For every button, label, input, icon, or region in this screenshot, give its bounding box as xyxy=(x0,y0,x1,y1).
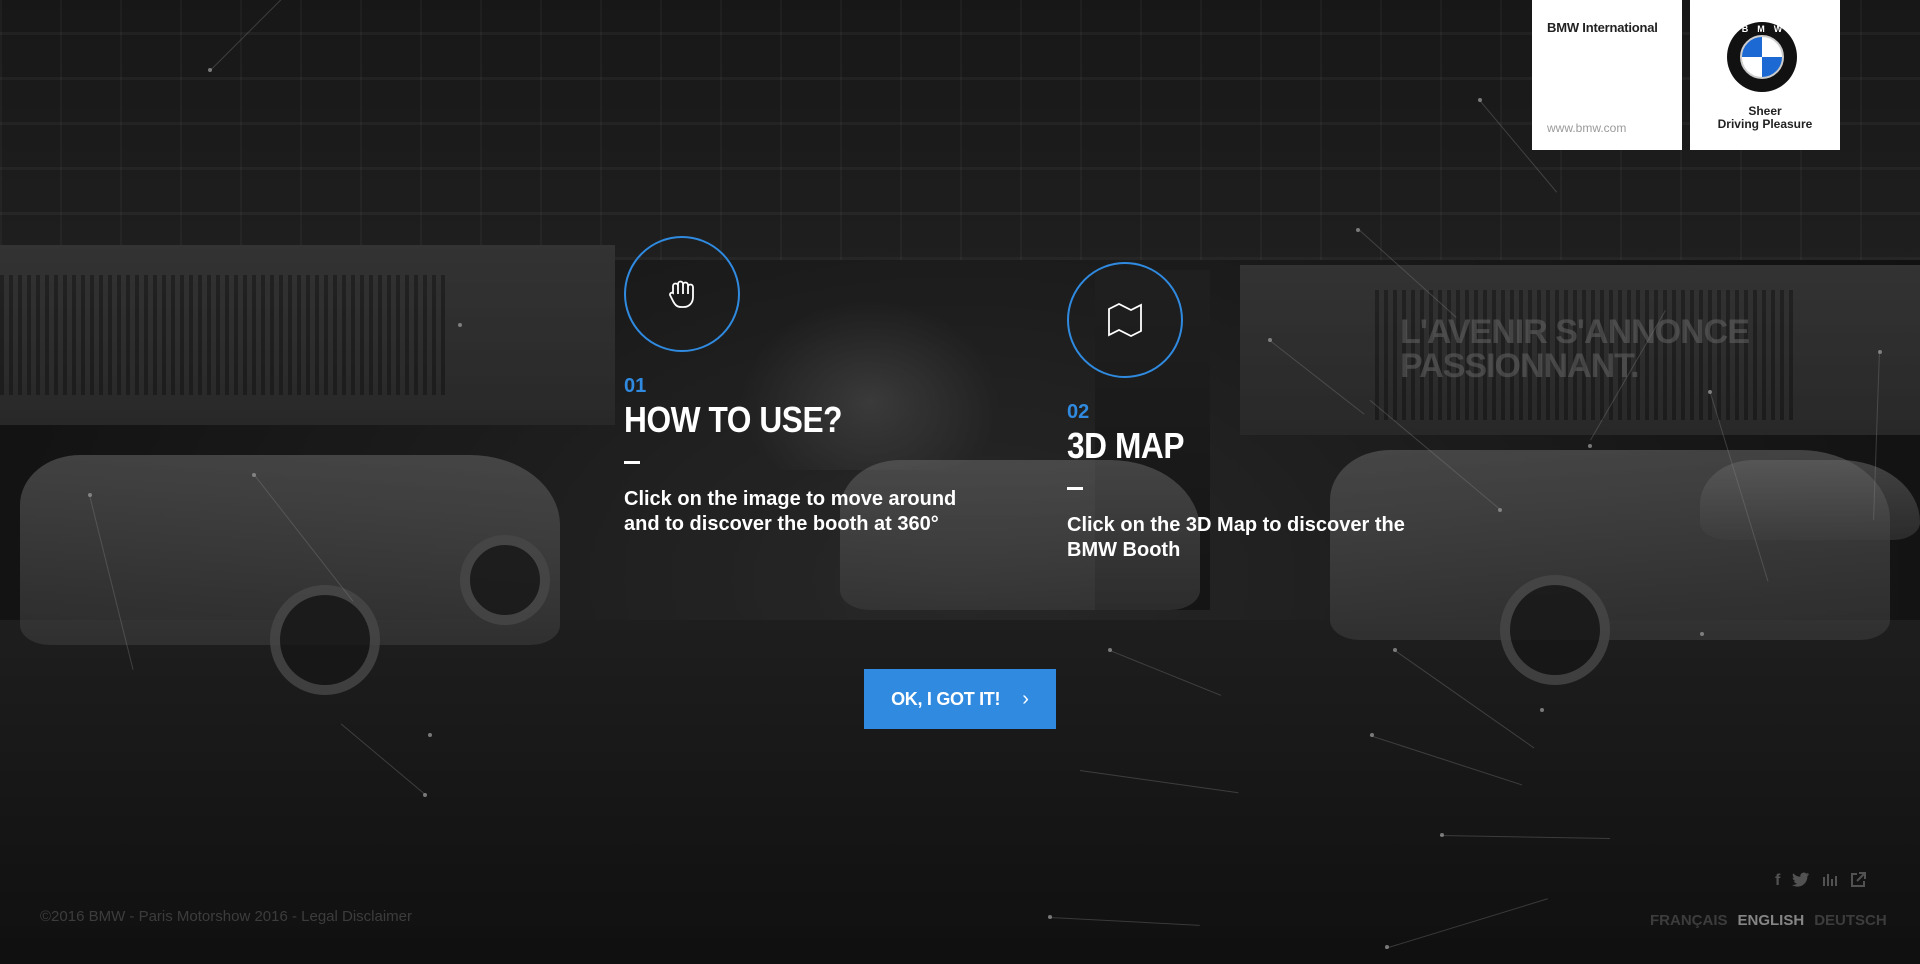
social-links: f xyxy=(1775,872,1867,893)
facebook-icon[interactable]: f xyxy=(1775,872,1780,893)
legal-disclaimer[interactable]: ©2016 BMW - Paris Motorshow 2016 - Legal… xyxy=(40,908,412,925)
chevron-right-icon: › xyxy=(1022,688,1029,710)
twitter-icon[interactable] xyxy=(1792,872,1810,893)
ok-got-it-label: OK, I GOT IT! xyxy=(891,688,1001,709)
map-icon[interactable] xyxy=(1067,262,1183,378)
feature-description: Click on the 3D Map to discover the BMW … xyxy=(1067,514,1405,561)
divider xyxy=(1067,487,1083,490)
share-icon[interactable] xyxy=(1850,872,1867,893)
feature-number: 01 xyxy=(624,375,647,397)
intl-title: BMW International xyxy=(1547,20,1658,35)
bmw-logo-box[interactable]: BMW Sheer Driving Pleasure xyxy=(1690,0,1840,150)
feature-title: HOW TO USE? xyxy=(624,399,843,440)
bmw-international-box[interactable]: BMW International www.bmw.com xyxy=(1532,0,1682,150)
lang-french[interactable]: FRANÇAIS xyxy=(1650,912,1728,929)
feature-title: 3D MAP xyxy=(1067,425,1185,466)
lang-english[interactable]: ENGLISH xyxy=(1738,912,1805,929)
feature-description: Click on the image to move around and to… xyxy=(624,488,957,535)
ok-got-it-button[interactable]: OK, I GOT IT! › xyxy=(864,669,1056,729)
feature-number: 02 xyxy=(1067,401,1090,423)
lang-german[interactable]: DEUTSCH xyxy=(1814,912,1887,929)
hand-grab-icon xyxy=(624,236,740,352)
brand-slogan: Sheer Driving Pleasure xyxy=(1717,104,1813,131)
divider xyxy=(624,461,640,464)
bmw-roundel-icon: BMW xyxy=(1727,22,1797,92)
language-switcher: FRANÇAIS ENGLISH DEUTSCH xyxy=(1650,912,1887,929)
intl-url[interactable]: www.bmw.com xyxy=(1547,121,1626,135)
stats-icon[interactable] xyxy=(1822,872,1838,893)
